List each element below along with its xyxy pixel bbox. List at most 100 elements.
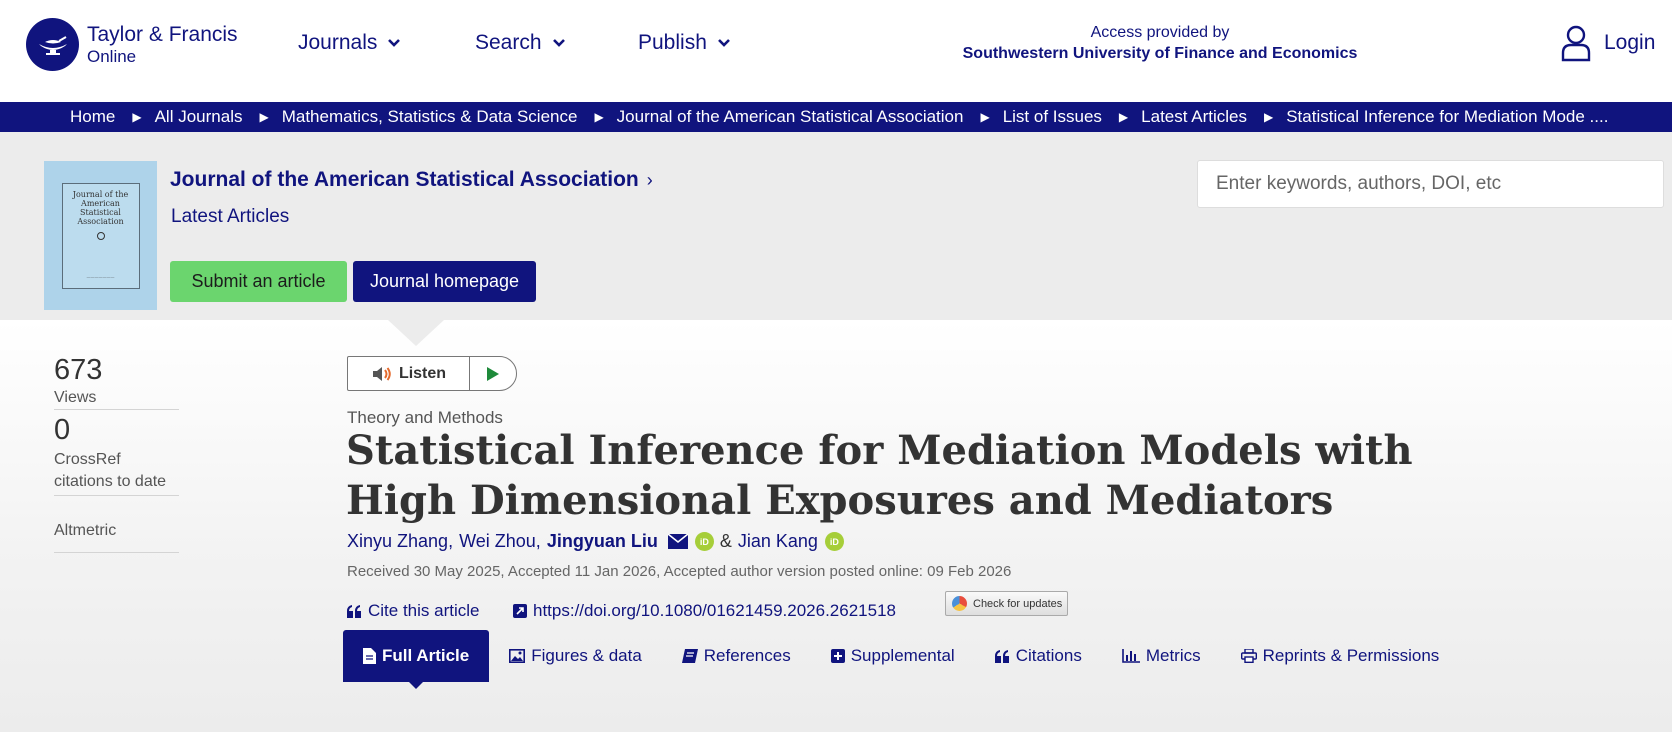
external-link-icon: [513, 604, 527, 618]
journal-homepage-button[interactable]: Journal homepage: [353, 261, 536, 302]
submit-article-button[interactable]: Submit an article: [170, 261, 347, 302]
author-list: Xinyu Zhang, Wei Zhou, Jingyuan Liu iD &…: [347, 531, 844, 552]
login-label: Login: [1604, 31, 1656, 54]
check-for-updates-button[interactable]: Check for updates: [945, 591, 1068, 616]
crossref-count: 0: [54, 414, 71, 446]
chevron-right-icon: ›: [646, 169, 653, 190]
quote-icon: [994, 649, 1009, 663]
logo-line-2: Online: [87, 46, 137, 66]
access-label: Access provided by: [1090, 24, 1230, 41]
cover-footer-rule: ———————: [86, 273, 115, 279]
crossref-label: CrossRef citations to date: [54, 451, 167, 490]
check-updates-label: Check for updates: [973, 597, 1063, 610]
tab-full-article[interactable]: Full Article: [343, 630, 490, 689]
listen-label: Listen: [398, 364, 447, 382]
orcid-icon[interactable]: iD: [694, 532, 714, 551]
tab-label: Reprints & Permissions: [1262, 646, 1440, 665]
author-name[interactable]: Jian Kang: [738, 531, 818, 552]
journal-cover-artwork: Journal of the American Statistical Asso…: [61, 182, 140, 289]
views-count: 673: [54, 354, 103, 386]
envelope-icon[interactable]: [667, 534, 688, 549]
tab-label: Metrics: [1145, 646, 1201, 665]
journal-title-link[interactable]: Journal of the American Statistical Asso…: [170, 168, 653, 192]
quote-icon: [347, 604, 361, 618]
doi-url: https://doi.org/10.1080/01621459.2026.26…: [533, 601, 896, 620]
printer-icon: [1240, 649, 1257, 663]
lamp-logo-icon: [26, 18, 79, 71]
journal-banner: Journal of the American Statistical Asso…: [0, 132, 1672, 320]
nav-publish[interactable]: Publish: [638, 31, 731, 55]
journal-cover[interactable]: Journal of the American Statistical Asso…: [44, 161, 157, 310]
doi-link[interactable]: https://doi.org/10.1080/01621459.2026.26…: [513, 601, 896, 621]
tab-label: Figures & data: [531, 646, 642, 665]
article-main: 673 Views 0 CrossRef citations to date A…: [0, 320, 1672, 732]
author-ampersand: &: [719, 531, 732, 551]
views-label: Views: [54, 389, 97, 406]
chevron-down-icon: [717, 39, 730, 47]
breadcrumb-all-journals[interactable]: All Journals: [155, 107, 243, 127]
cover-title: Journal of the American Statistical Asso…: [72, 189, 129, 227]
breadcrumb-arrow-icon: ▶: [1263, 110, 1274, 124]
breadcrumb-subject[interactable]: Mathematics, Statistics & Data Science: [282, 107, 578, 127]
document-icon: [363, 648, 376, 664]
tab-supplemental[interactable]: Supplemental: [811, 630, 975, 682]
article-metrics: 673 Views 0 CrossRef citations to date A…: [54, 354, 179, 553]
nav-search[interactable]: Search: [475, 31, 566, 55]
breadcrumb-arrow-icon: ▶: [259, 110, 269, 124]
tab-figures-data[interactable]: Figures & data: [489, 630, 662, 682]
author-name[interactable]: Xinyu Zhang: [347, 531, 448, 552]
user-icon: [1561, 25, 1591, 62]
author-separator: ,: [535, 531, 541, 551]
breadcrumb-journal[interactable]: Journal of the American Statistical Asso…: [617, 107, 964, 127]
breadcrumb-home[interactable]: Home: [70, 107, 115, 127]
breadcrumb-arrow-icon: ▶: [1118, 110, 1129, 124]
breadcrumb-arrow-icon: ▶: [980, 110, 990, 124]
tab-reprints-permissions[interactable]: Reprints & Permissions: [1221, 630, 1460, 682]
tab-label: Citations: [1015, 646, 1082, 665]
chevron-down-icon: [388, 39, 401, 47]
author-name[interactable]: Wei Zhou: [459, 531, 536, 552]
search-input[interactable]: [1197, 160, 1664, 208]
tab-citations[interactable]: Citations: [975, 630, 1102, 682]
access-provider: Access provided by Southwestern Universi…: [860, 24, 1460, 63]
breadcrumb-latest[interactable]: Latest Articles: [1141, 107, 1247, 127]
divider: [54, 552, 179, 553]
nav-journals[interactable]: Journals: [298, 31, 401, 55]
tab-metrics[interactable]: Metrics: [1102, 630, 1221, 682]
orcid-icon[interactable]: iD: [824, 532, 844, 551]
login-link[interactable]: Login: [1560, 24, 1655, 62]
play-icon: [487, 366, 499, 381]
breadcrumb-current: Statistical Inference for Mediation Mode…: [1286, 107, 1609, 126]
divider: [54, 409, 179, 410]
tab-references[interactable]: References: [662, 630, 811, 682]
author-separator: ,: [448, 531, 454, 551]
site-header: Taylor & Francis Online Journals Search …: [0, 0, 1672, 102]
logo-line-1: Taylor & Francis: [87, 22, 238, 46]
play-button[interactable]: [470, 366, 516, 382]
cite-article-link[interactable]: Cite this article: [347, 601, 479, 621]
plus-square-icon: [830, 649, 845, 663]
article-category: Theory and Methods: [347, 408, 503, 427]
nav-search-label: Search: [475, 31, 542, 54]
banner-pointer: [388, 320, 444, 346]
access-institution: Southwestern University of Finance and E…: [962, 45, 1358, 62]
book-icon: [681, 649, 698, 663]
breadcrumb-issues[interactable]: List of Issues: [1003, 107, 1102, 127]
breadcrumb-arrow-icon: ▶: [594, 110, 604, 124]
tab-label: Full Article: [382, 646, 470, 665]
breadcrumb-arrow-icon: ▶: [132, 110, 142, 124]
listen-button[interactable]: Listen: [348, 357, 470, 390]
bar-chart-icon: [1122, 649, 1140, 663]
nav-publish-label: Publish: [638, 31, 707, 54]
altmetric-label: Altmetric: [54, 522, 117, 539]
cover-seal-icon: [96, 232, 105, 241]
image-icon: [509, 649, 526, 663]
listen-widget[interactable]: Listen: [347, 356, 517, 391]
latest-articles-link[interactable]: Latest Articles: [171, 206, 289, 228]
article-tabs: Full Article Figures & data References S…: [343, 630, 1460, 689]
tandf-logo[interactable]: Taylor & Francis Online: [26, 18, 238, 71]
journal-title: Journal of the American Statistical Asso…: [170, 168, 639, 191]
author-name[interactable]: Jingyuan Liu: [547, 531, 658, 552]
divider: [54, 495, 179, 496]
speaker-icon: [372, 366, 391, 381]
